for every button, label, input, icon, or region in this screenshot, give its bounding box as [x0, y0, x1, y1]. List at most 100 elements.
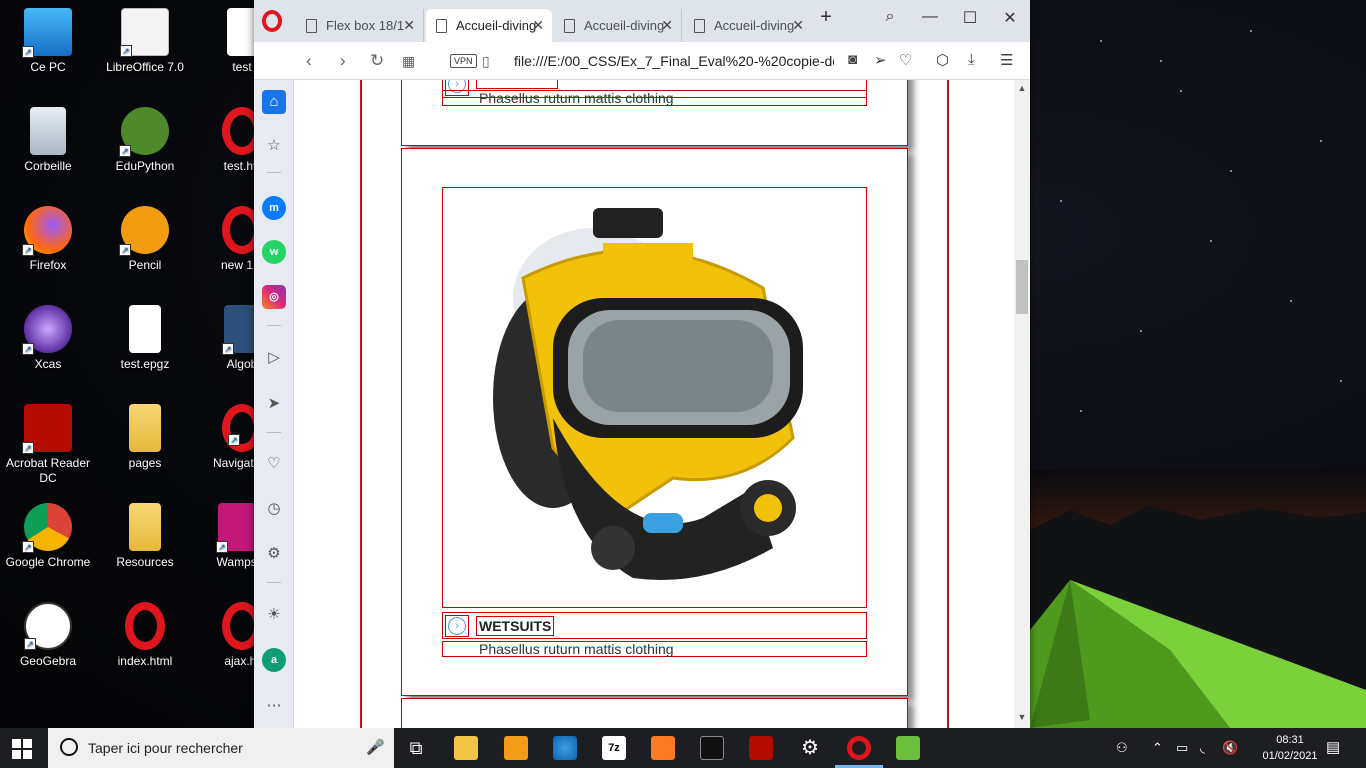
- desktop-icon-resources[interactable]: Resources: [97, 503, 193, 570]
- tabs-overview-icon[interactable]: ▦: [402, 53, 415, 70]
- shortcut-arrow-icon: ↗: [22, 541, 34, 553]
- lightbulb-icon[interactable]: ☀: [262, 603, 286, 627]
- desktop-icon-corbeille[interactable]: Corbeille: [0, 107, 96, 174]
- star-icon[interactable]: ☆: [262, 134, 286, 158]
- desktop-icon-firefox[interactable]: ↗ Firefox: [0, 206, 96, 273]
- file-explorer-icon[interactable]: [454, 736, 478, 760]
- back-icon[interactable]: ‹: [306, 51, 312, 71]
- new-tab-button[interactable]: +: [806, 6, 846, 29]
- opera-taskbar-icon[interactable]: [847, 736, 871, 760]
- flow-icon[interactable]: ➤: [262, 392, 286, 416]
- tab-accueil-diving-active[interactable]: Accueil-diving ✕: [426, 9, 552, 42]
- cortana-circle-icon: [60, 738, 78, 756]
- aria-icon[interactable]: a: [262, 648, 286, 672]
- desktop-icon-chrome[interactable]: ↗ Google Chrome: [0, 503, 96, 570]
- desktop-icon-libreoffice[interactable]: ↗ LibreOffice 7.0: [97, 8, 193, 75]
- xampp-icon[interactable]: [651, 736, 675, 760]
- edge-icon[interactable]: [553, 736, 577, 760]
- desktop-icon-acrobat[interactable]: ↗ Acrobat Reader DC: [0, 404, 96, 486]
- desktop-icon-label: GeoGebra: [19, 654, 77, 668]
- close-tab-icon[interactable]: ✕: [532, 17, 544, 34]
- messenger-icon[interactable]: m: [262, 196, 286, 220]
- chevron-button[interactable]: ›: [445, 615, 469, 637]
- tab-flex-box[interactable]: Flex box 18/1 ✕: [296, 9, 424, 42]
- task-view-icon[interactable]: ⧉: [404, 736, 428, 760]
- clock-time: 08:31: [1276, 734, 1304, 746]
- sublime-text-icon[interactable]: [504, 736, 528, 760]
- instagram-icon[interactable]: ◎: [262, 285, 286, 309]
- player-icon[interactable]: ▷: [262, 346, 286, 370]
- reload-icon[interactable]: ↻: [370, 51, 384, 71]
- home-icon[interactable]: ⌂: [262, 90, 286, 114]
- gear-icon[interactable]: ⚙: [262, 542, 286, 566]
- desktop-icon-ce-pc[interactable]: ↗ Ce PC: [0, 8, 96, 75]
- desktop-icon-test-epgz[interactable]: test.epgz: [97, 305, 193, 372]
- desktop-icon-edupython[interactable]: ↗ EduPython: [97, 107, 193, 174]
- desktop-icon-geogebra[interactable]: ↗ GeoGebra: [0, 602, 96, 669]
- terminal-icon[interactable]: [700, 736, 724, 760]
- scroll-thumb[interactable]: [1016, 260, 1028, 314]
- whatsapp-icon[interactable]: w: [262, 240, 286, 264]
- chrome-icon: ↗: [22, 503, 72, 553]
- opera-menu-icon[interactable]: [262, 10, 282, 32]
- shortcut-arrow-icon: ↗: [119, 244, 131, 256]
- tab-accueil-diving-2[interactable]: Accueil-diving ✕: [554, 9, 682, 42]
- heart-icon[interactable]: ♡: [899, 51, 912, 69]
- desktop-icon-index-html[interactable]: index.html: [97, 602, 193, 669]
- send-icon[interactable]: ➢: [874, 51, 887, 69]
- url-field[interactable]: file:///E:/00_CSS/Ex_7_Final_Eval%20-%20…: [514, 53, 834, 69]
- people-icon[interactable]: ⚇: [1116, 740, 1128, 756]
- desktop-icon-label: Firefox: [29, 258, 67, 272]
- vpn-badge[interactable]: VPN: [450, 54, 477, 68]
- search-tabs-icon[interactable]: ⌕: [870, 8, 910, 26]
- more-icon[interactable]: ⋯: [262, 694, 286, 718]
- camera-icon[interactable]: ◙: [848, 51, 857, 68]
- vertical-scrollbar[interactable]: ▲ ▼: [1014, 80, 1030, 728]
- shortcut-arrow-icon: ↗: [228, 434, 240, 446]
- system-clock[interactable]: 08:31 01/02/2021: [1262, 732, 1318, 764]
- wifi-icon[interactable]: ◟: [1200, 740, 1205, 756]
- history-icon[interactable]: ◷: [262, 497, 286, 521]
- spreadsheet-icon[interactable]: [896, 736, 920, 760]
- scroll-down-arrow[interactable]: ▼: [1014, 712, 1030, 722]
- minimize-button[interactable]: —: [910, 8, 950, 26]
- microphone-icon[interactable]: 🎤: [366, 738, 385, 756]
- volume-muted-icon[interactable]: 🔇: [1222, 740, 1238, 756]
- close-tab-icon[interactable]: ✕: [792, 17, 804, 34]
- windows-start-icon[interactable]: [12, 739, 32, 759]
- close-window-button[interactable]: ✕: [990, 8, 1030, 28]
- bookmarks-heart-icon[interactable]: ♡: [262, 452, 286, 476]
- desktop-icon-pages[interactable]: pages: [97, 404, 193, 471]
- opera-icon: [125, 602, 165, 650]
- product-card: [401, 698, 908, 728]
- desktop-icon-xcas[interactable]: ↗ Xcas: [0, 305, 96, 372]
- desktop-icon-label: test.epgz: [120, 357, 170, 371]
- tab-accueil-diving-3[interactable]: Accueil-diving ✕: [684, 9, 812, 42]
- card-title: [476, 80, 558, 89]
- file-icon: [129, 305, 161, 353]
- clock-date: 01/02/2021: [1262, 750, 1318, 762]
- desktop-icon-pencil[interactable]: ↗ Pencil: [97, 206, 193, 273]
- maximize-button[interactable]: ☐: [950, 8, 990, 28]
- taskbar: Taper ici pour rechercher 🎤 ⧉ 7z ⚙ ⚇ ⌃ ▭…: [0, 728, 1366, 768]
- desktop-icon-label: Corbeille: [24, 159, 72, 173]
- edupython-icon: ↗: [119, 107, 169, 157]
- pencil-icon: ↗: [119, 206, 169, 256]
- settings-gear-icon[interactable]: ⚙: [798, 736, 822, 760]
- battery-icon[interactable]: ▭: [1176, 740, 1188, 756]
- notifications-icon[interactable]: ▤: [1326, 738, 1340, 756]
- 7zip-icon[interactable]: 7z: [602, 736, 626, 760]
- close-tab-icon[interactable]: ✕: [661, 17, 673, 34]
- taskbar-search-box[interactable]: Taper ici pour rechercher 🎤: [48, 728, 394, 768]
- download-icon[interactable]: ⤓: [968, 51, 975, 68]
- shortcut-arrow-icon: ↗: [222, 343, 234, 355]
- box-icon[interactable]: ⬡: [936, 51, 949, 69]
- close-tab-icon[interactable]: ✕: [403, 17, 415, 34]
- acrobat-taskbar-icon[interactable]: [749, 736, 773, 760]
- recycle-bin-icon: [30, 107, 66, 155]
- forward-icon[interactable]: ›: [340, 51, 346, 71]
- chevron-up-icon[interactable]: ⌃: [1152, 740, 1163, 756]
- desktop-icon-label: LibreOffice 7.0: [106, 60, 184, 74]
- scroll-up-arrow[interactable]: ▲: [1014, 83, 1030, 93]
- settings-sliders-icon[interactable]: ☰: [1000, 51, 1013, 69]
